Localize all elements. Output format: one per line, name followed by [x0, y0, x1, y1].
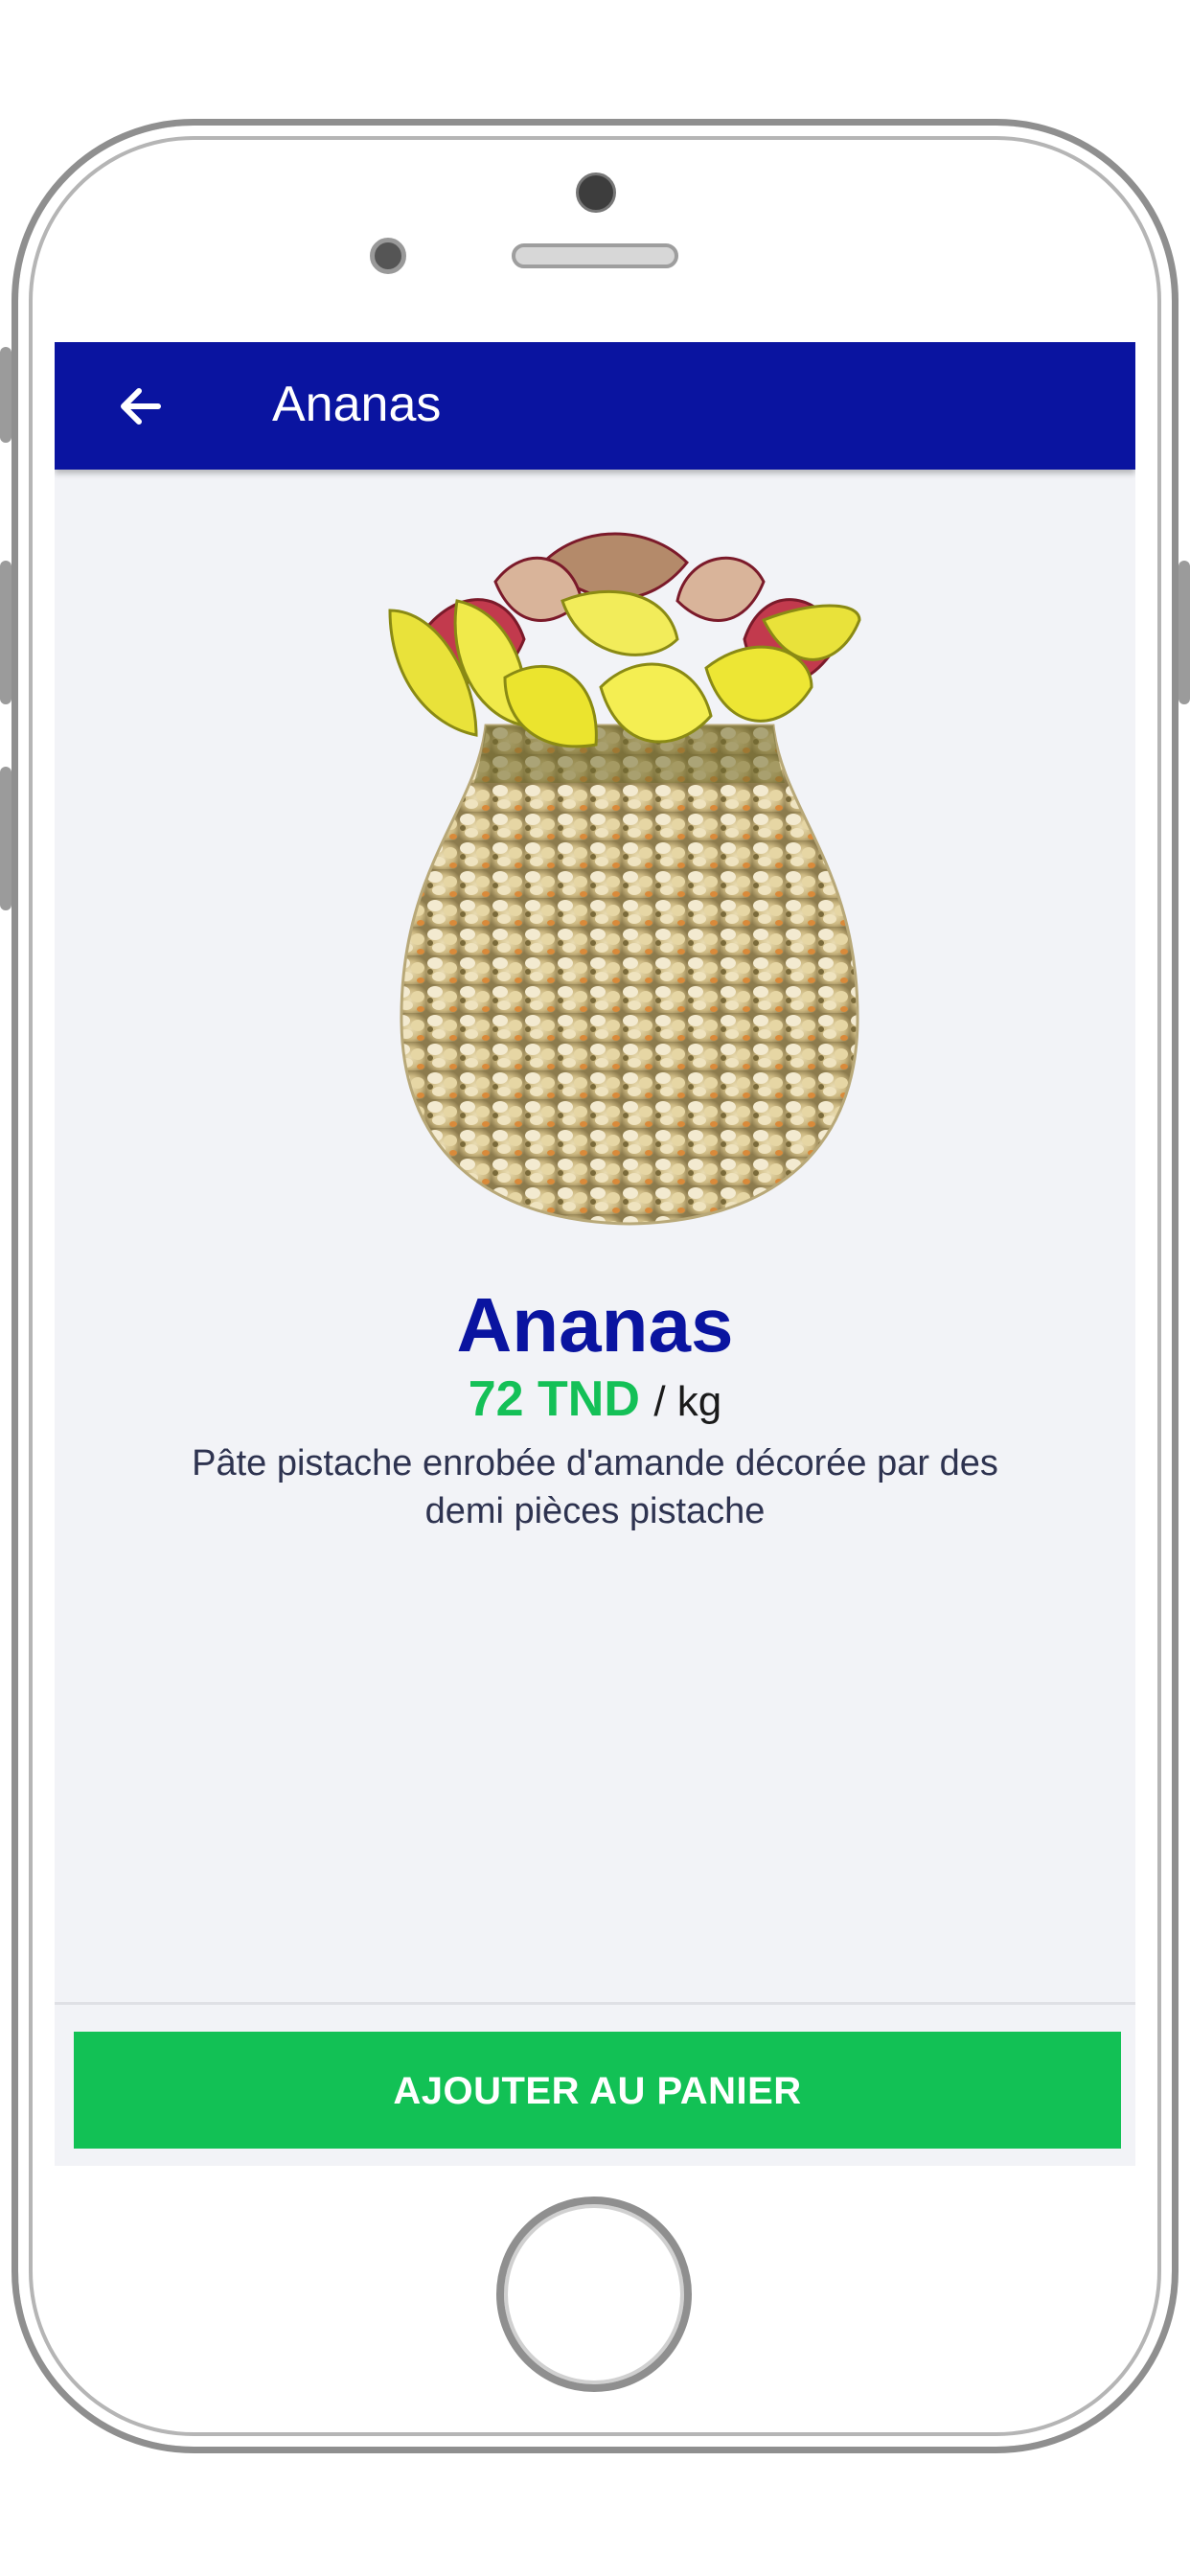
arrow-left-icon [121, 388, 161, 425]
footer-divider [55, 2002, 1135, 2005]
product-name: Ananas [456, 1282, 734, 1368]
price-line: 72 TND / kg [55, 1366, 1135, 1436]
app-bar: Ananas [55, 342, 1135, 470]
price-unit: / kg [653, 1378, 722, 1425]
volume-down-button [0, 767, 11, 910]
power-button [1179, 561, 1190, 704]
back-button[interactable] [110, 376, 172, 437]
earpiece-speaker [512, 243, 678, 268]
proximity-sensor [370, 238, 406, 274]
product-image [388, 532, 861, 1226]
home-button[interactable] [496, 2196, 692, 2392]
page-title: Ananas [272, 377, 442, 432]
mute-switch [0, 347, 11, 443]
product-price: 72 TND [468, 1371, 640, 1427]
front-camera [576, 172, 616, 213]
add-to-cart-button[interactable]: AJOUTER AU PANIER [74, 2032, 1121, 2149]
volume-up-button [0, 561, 11, 704]
app-screen: Ananas Ananas 72 TND / kg Pâte pistache … [55, 342, 1135, 2166]
product-description: Pâte pistache enrobée d'amande décorée p… [192, 1443, 998, 1531]
